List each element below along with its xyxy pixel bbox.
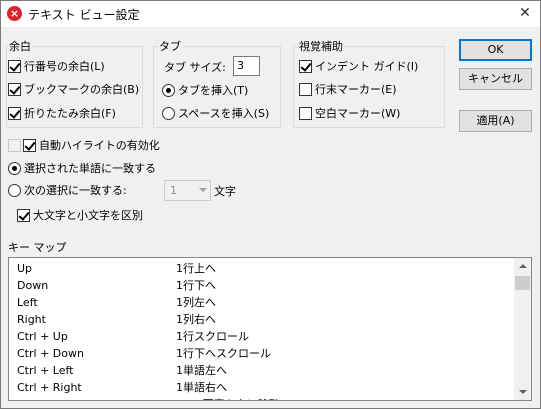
keymap-label: キー マップ	[8, 241, 67, 254]
tab-size-label: タブ サイズ:	[164, 61, 226, 74]
bookmark-margin-label: ブックマークの余白(B)	[24, 83, 140, 96]
folding-margin-label: 折りたたみ余白(F)	[24, 107, 116, 120]
case-sensitive-label: 大文字と小文字を区別	[33, 209, 143, 222]
chars-unit-label: 文字	[214, 185, 236, 198]
scroll-thumb[interactable]	[515, 276, 530, 290]
keymap-list[interactable]: Up 1行上へ Down 1行下へ Left 1列左へ Right 1列右へ Ctrl + Up…	[8, 257, 532, 401]
insert-tabs-label: タブを挿入(T)	[178, 84, 249, 97]
checkbox-box	[299, 82, 312, 96]
checkbox-box	[8, 59, 21, 73]
keymap-row[interactable]: Right 1列右へ	[9, 311, 514, 328]
keymap-key: Down	[17, 279, 49, 292]
keymap-action: 1行スクロール	[176, 330, 249, 343]
line-number-margin-checkbox[interactable]: 行番号の余白(L)	[8, 58, 105, 74]
keymap-key: Ctrl + Left	[17, 364, 74, 377]
checkbox-box	[8, 106, 21, 120]
checkbox-box	[8, 82, 21, 96]
keymap-action: 1単語左へ	[176, 364, 227, 377]
match-selected-word-label: 選択された単語に一致する	[24, 162, 156, 175]
insert-spaces-label: スペースを挿入(S)	[178, 107, 270, 120]
outer-checkbox-box	[8, 138, 21, 152]
keymap-row[interactable]: Ctrl + Left 1単語左へ	[9, 362, 514, 379]
scroll-down-icon[interactable]	[514, 383, 531, 400]
keymap-key: Ctrl + Down	[17, 347, 84, 360]
indent-guide-label: インデント ガイド(I)	[315, 60, 419, 73]
match-selected-word-radio[interactable]: 選択された単語に一致する	[8, 160, 156, 176]
line-number-margin-label: 行番号の余白(L)	[24, 60, 105, 73]
keymap-key: Alt + Up	[17, 396, 63, 400]
keymap-action: 1単語右へ	[176, 381, 227, 394]
keymap-scrollbar[interactable]	[514, 258, 531, 400]
keymap-row[interactable]: Down 1行下へ	[9, 277, 514, 294]
match-next-selection-label: 次の選択に一致する:	[24, 184, 127, 197]
keymap-action: 1行下へスクロール	[176, 347, 271, 360]
checkbox-box	[299, 59, 312, 73]
tabs-group-label: タブ	[158, 38, 182, 54]
visual-assist-group-label: 視覚補助	[298, 38, 344, 54]
keymap-action: 1行上へ	[176, 262, 216, 275]
case-sensitive-checkbox[interactable]: 大文字と小文字を区別	[17, 207, 143, 223]
auto-highlight-checkbox[interactable]: 自動ハイライトの有効化	[8, 137, 160, 153]
x-circle-icon: ×	[7, 6, 22, 21]
checkbox-box	[23, 138, 36, 152]
insert-spaces-radio[interactable]: スペースを挿入(S)	[162, 105, 269, 121]
whitespace-marker-checkbox[interactable]: 空白マーカー(W)	[299, 105, 400, 121]
keymap-row[interactable]: Ctrl + Right 1単語右へ	[9, 379, 514, 396]
apply-button[interactable]: 適用(A)	[459, 110, 532, 132]
keymap-row[interactable]: Ctrl + Up 1行スクロール	[9, 328, 514, 345]
radio-circle	[8, 161, 21, 175]
keymap-action: XML 要素を上に移動	[176, 396, 280, 400]
ok-button[interactable]: OK	[459, 39, 532, 61]
keymap-row[interactable]: Left 1列左へ	[9, 294, 514, 311]
eol-marker-label: 行末マーカー(E)	[315, 83, 397, 96]
keymap-key: Right	[17, 313, 46, 326]
auto-highlight-label: 自動ハイライトの有効化	[39, 139, 160, 152]
eol-marker-checkbox[interactable]: 行末マーカー(E)	[299, 81, 397, 97]
keymap-row[interactable]: Alt + Up XML 要素を上に移動	[9, 396, 514, 400]
checkbox-box	[299, 106, 312, 120]
match-next-selection-radio[interactable]: 次の選択に一致する:	[8, 182, 127, 198]
whitespace-marker-label: 空白マーカー(W)	[315, 107, 401, 120]
radio-circle	[162, 83, 175, 97]
scroll-up-icon[interactable]	[514, 258, 531, 275]
window-title: テキスト ビュー設定	[28, 8, 140, 22]
keymap-key: Left	[17, 296, 38, 309]
radio-circle	[162, 106, 175, 120]
keymap-action: 1列左へ	[176, 296, 216, 309]
keymap-key: Ctrl + Right	[17, 381, 82, 394]
folding-margin-checkbox[interactable]: 折りたたみ余白(F)	[8, 105, 116, 121]
keymap-action: 1列右へ	[176, 313, 216, 326]
keymap-key: Up	[17, 262, 33, 275]
chars-count-select[interactable]: 1	[164, 180, 211, 201]
margins-group-label: 余白	[8, 38, 32, 54]
chevron-down-icon	[199, 188, 207, 192]
cancel-button[interactable]: キャンセル	[459, 68, 532, 90]
text-view-settings-dialog: × テキスト ビュー設定 ✕ 余白 行番号の余白(L) ブックマークの余白(B)…	[0, 0, 541, 409]
keymap-action: 1行下へ	[176, 279, 216, 292]
bookmark-margin-checkbox[interactable]: ブックマークの余白(B)	[8, 81, 139, 97]
title-bar: × テキスト ビュー設定 ✕	[1, 1, 540, 27]
chars-count-value: 1	[170, 184, 177, 197]
indent-guide-checkbox[interactable]: インデント ガイド(I)	[299, 58, 418, 74]
keymap-row[interactable]: Ctrl + Down 1行下へスクロール	[9, 345, 514, 362]
insert-tabs-radio[interactable]: タブを挿入(T)	[162, 82, 248, 98]
close-button[interactable]: ✕	[514, 3, 536, 23]
keymap-key: Ctrl + Up	[17, 330, 68, 343]
keymap-row[interactable]: Up 1行上へ	[9, 260, 514, 277]
radio-circle	[8, 183, 21, 197]
checkbox-box	[17, 208, 30, 222]
tab-size-input[interactable]: 3	[233, 56, 260, 76]
